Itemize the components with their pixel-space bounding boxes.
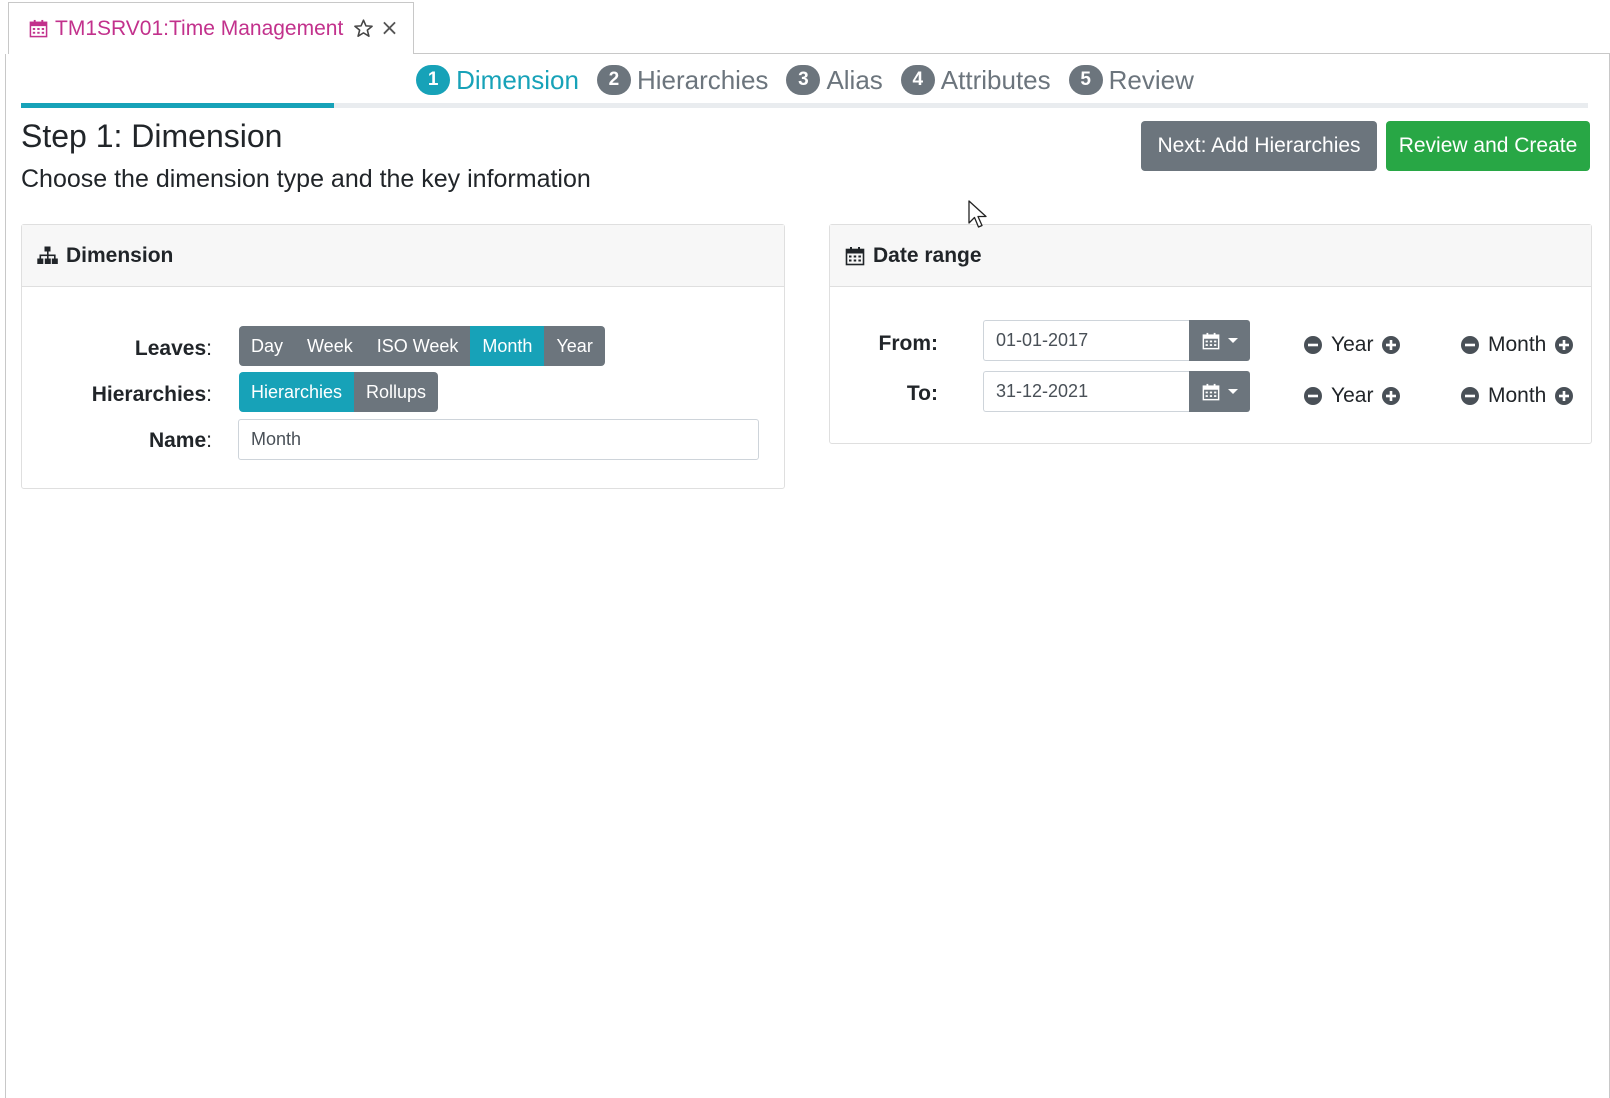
hier-option-rollups[interactable]: Rollups — [354, 372, 439, 412]
from-date-group: 01-01-2017 — [983, 320, 1250, 361]
step-label: Review — [1108, 64, 1194, 95]
calendar-icon — [29, 19, 48, 38]
mouse-cursor — [968, 200, 987, 228]
leaves-label: Leaves — [134, 337, 207, 360]
step-number: 1 — [416, 65, 451, 95]
month-label: Month — [1488, 384, 1547, 407]
frame-border-left — [5, 54, 6, 1098]
tab-strip: TM1SRV01:Time Management × — [0, 0, 1610, 54]
minus-circle-icon[interactable] — [1460, 335, 1480, 355]
wizard-progress-fill — [21, 103, 335, 108]
year-label: Year — [1331, 333, 1374, 356]
page-subtitle: Choose the dimension type and the key in… — [21, 165, 591, 193]
step-label: Hierarchies — [636, 64, 769, 95]
to-year-adjuster: Year — [1303, 384, 1401, 408]
leaves-label-wrap: Leaves: — [134, 337, 212, 360]
step-alias[interactable]: 3 Alias — [786, 62, 883, 98]
name-input[interactable]: Month — [238, 419, 759, 460]
leaves-option-iso-week[interactable]: ISO Week — [364, 326, 471, 366]
to-label: To: — [906, 382, 938, 405]
step-label: Alias — [826, 64, 883, 95]
calendar-icon — [845, 246, 865, 265]
minus-circle-icon[interactable] — [1460, 386, 1480, 406]
from-month-adjuster: Month — [1460, 333, 1574, 357]
step-number: 4 — [900, 65, 935, 95]
to-month-adjuster: Month — [1460, 384, 1574, 408]
date-range-card-title: Date range — [873, 243, 982, 267]
leaves-option-year[interactable]: Year — [544, 326, 605, 366]
caret-down-icon — [1227, 389, 1238, 394]
plus-circle-icon[interactable] — [1554, 386, 1574, 406]
document-tab[interactable]: TM1SRV01:Time Management × — [8, 2, 414, 54]
plus-circle-icon[interactable] — [1381, 335, 1401, 355]
dimension-card-header: Dimension — [22, 225, 784, 287]
date-range-card: Date range From: 01-01-2017 Year Month T… — [829, 224, 1592, 444]
from-date-input[interactable]: 01-01-2017 — [983, 320, 1189, 361]
year-label: Year — [1331, 384, 1374, 407]
month-label: Month — [1488, 333, 1547, 356]
step-label: Attributes — [940, 64, 1051, 95]
calendar-icon — [1202, 332, 1219, 349]
name-label-wrap: Name: — [148, 429, 212, 452]
minus-circle-icon[interactable] — [1303, 386, 1323, 406]
leaves-option-day[interactable]: Day — [239, 326, 296, 366]
tab-strip-border — [414, 53, 1610, 54]
step-dimension[interactable]: 1 Dimension — [416, 62, 579, 98]
caret-down-icon — [1227, 338, 1238, 343]
name-label: Name — [148, 429, 207, 452]
tab-title: TM1SRV01:Time Management — [55, 16, 344, 40]
step-attributes[interactable]: 4 Attributes — [900, 62, 1051, 98]
from-year-adjuster: Year — [1303, 333, 1401, 357]
hierarchies-button-group: Hierarchies Rollups — [239, 372, 439, 412]
sitemap-icon — [37, 246, 58, 264]
leaves-option-month[interactable]: Month — [470, 326, 545, 366]
date-range-card-header: Date range — [830, 225, 1591, 287]
to-date-group: 31-12-2021 — [983, 371, 1250, 412]
leaves-button-group: Day Week ISO Week Month Year — [239, 326, 605, 366]
page-title: Step 1: Dimension — [21, 118, 283, 154]
step-hierarchies[interactable]: 2 Hierarchies — [596, 62, 769, 98]
step-number: 2 — [596, 65, 631, 95]
plus-circle-icon[interactable] — [1554, 335, 1574, 355]
leaves-option-week[interactable]: Week — [295, 326, 365, 366]
from-label: From: — [878, 332, 939, 355]
from-date-picker-button[interactable] — [1189, 320, 1250, 361]
wizard-steps: 1 Dimension 2 Hierarchies 3 Alias 4 Attr… — [0, 62, 1610, 98]
close-icon[interactable]: × — [380, 17, 398, 40]
hierarchies-label-wrap: Hierarchies: — [91, 383, 212, 406]
calendar-icon — [1202, 383, 1219, 400]
dimension-card-title: Dimension — [66, 243, 174, 267]
step-number: 5 — [1068, 65, 1103, 95]
hierarchies-label: Hierarchies — [91, 383, 207, 406]
review-and-create-button[interactable]: Review and Create — [1386, 121, 1590, 171]
to-date-input[interactable]: 31-12-2021 — [983, 371, 1189, 412]
to-date-picker-button[interactable] — [1189, 371, 1250, 412]
next-add-hierarchies-button[interactable]: Next: Add Hierarchies — [1141, 121, 1377, 171]
step-label: Dimension — [456, 64, 579, 95]
wizard-progress-bar — [21, 103, 1588, 108]
dimension-card: Dimension Leaves: Day Week ISO Week Mont… — [21, 224, 785, 489]
star-icon[interactable] — [353, 18, 374, 39]
step-review[interactable]: 5 Review — [1068, 62, 1194, 98]
step-number: 3 — [786, 65, 821, 95]
plus-circle-icon[interactable] — [1381, 386, 1401, 406]
minus-circle-icon[interactable] — [1303, 335, 1323, 355]
hier-option-hierarchies[interactable]: Hierarchies — [239, 372, 355, 412]
